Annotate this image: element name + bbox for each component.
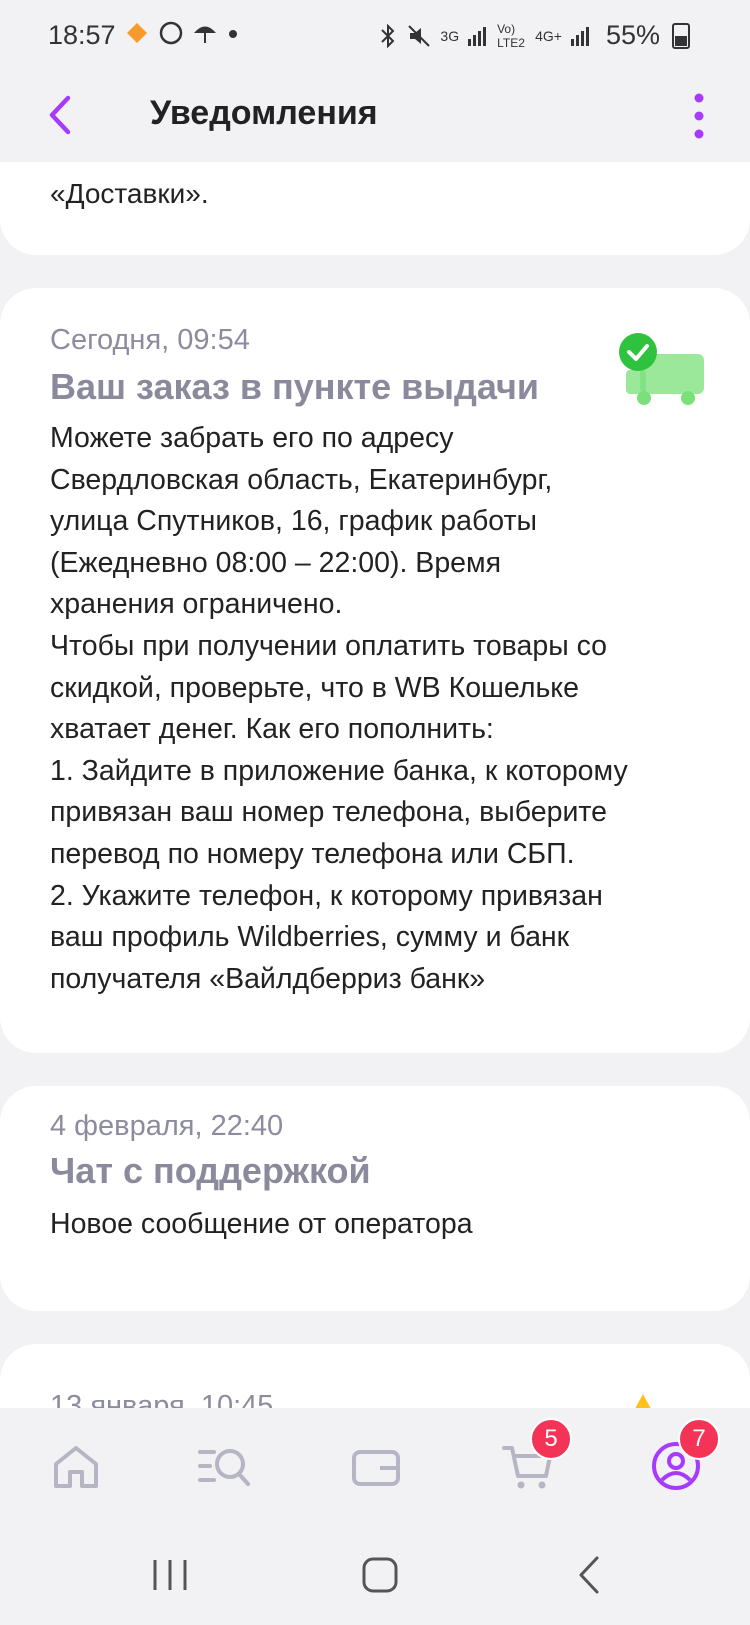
bluetooth-icon <box>381 23 395 48</box>
wallet-icon[interactable] <box>348 1438 404 1494</box>
back-button[interactable] <box>38 90 88 140</box>
battery-icon <box>672 22 690 49</box>
recent-apps-icon[interactable] <box>145 1550 195 1600</box>
notification-date: Сегодня, 09:54 <box>50 324 250 356</box>
mute-icon <box>408 24 431 47</box>
back-system-icon[interactable] <box>565 1550 615 1600</box>
notification-body: «Доставки». <box>50 178 209 209</box>
notification-date: 4 февраля, 22:40 <box>50 1110 284 1142</box>
profile-button[interactable]: 7 <box>648 1418 720 1494</box>
notification-card[interactable]: Сегодня, 09:54 Ваш заказ в пункте выдачи… <box>0 288 750 1053</box>
top-app-bar: Уведомления <box>0 72 750 162</box>
status-time: 18:57 <box>48 20 116 50</box>
bottom-navigation: 5 7 <box>0 1408 750 1528</box>
app-notification-icon <box>127 23 147 43</box>
network-3g-label: 3G <box>440 27 460 44</box>
catalog-search-icon[interactable] <box>196 1438 252 1494</box>
system-navigation-bar <box>0 1528 750 1625</box>
delivery-truck-icon <box>619 333 704 405</box>
status-notification-icons <box>124 20 240 46</box>
network-lte-label: Vo) LTE2 <box>497 21 525 50</box>
dot-icon <box>229 30 237 38</box>
notification-title: Ваш заказ в пункте выдачи <box>50 366 540 407</box>
notification-title: Чат с поддержкой <box>50 1150 371 1191</box>
home-system-icon[interactable] <box>355 1550 405 1600</box>
more-menu-button[interactable] <box>684 90 714 142</box>
notification-body: Новое сообщение от оператора <box>50 1208 473 1240</box>
page-title: Уведомления <box>150 94 378 132</box>
signal-icon <box>468 26 487 46</box>
umbrella-icon <box>194 26 216 43</box>
signal-icon-2 <box>570 26 589 46</box>
battery-percent: 55% <box>605 20 660 50</box>
network-4g-label: 4G+ <box>535 27 562 44</box>
whatsapp-icon <box>159 21 183 45</box>
profile-badge: 7 <box>678 1418 720 1460</box>
cart-badge: 5 <box>530 1418 572 1460</box>
notification-body: Можете забрать его по адресу Свердловска… <box>50 422 628 995</box>
home-icon[interactable] <box>48 1438 104 1494</box>
status-system-icons: 3G Vo) LTE2 4G+ 55% <box>378 20 690 51</box>
status-bar: 18:57 3G Vo) LTE2 4G+ 55% <box>0 0 750 72</box>
cart-button[interactable]: 5 <box>500 1418 572 1494</box>
notification-card[interactable]: 4 февраля, 22:40 Чат с поддержкой Новое … <box>0 1086 750 1311</box>
